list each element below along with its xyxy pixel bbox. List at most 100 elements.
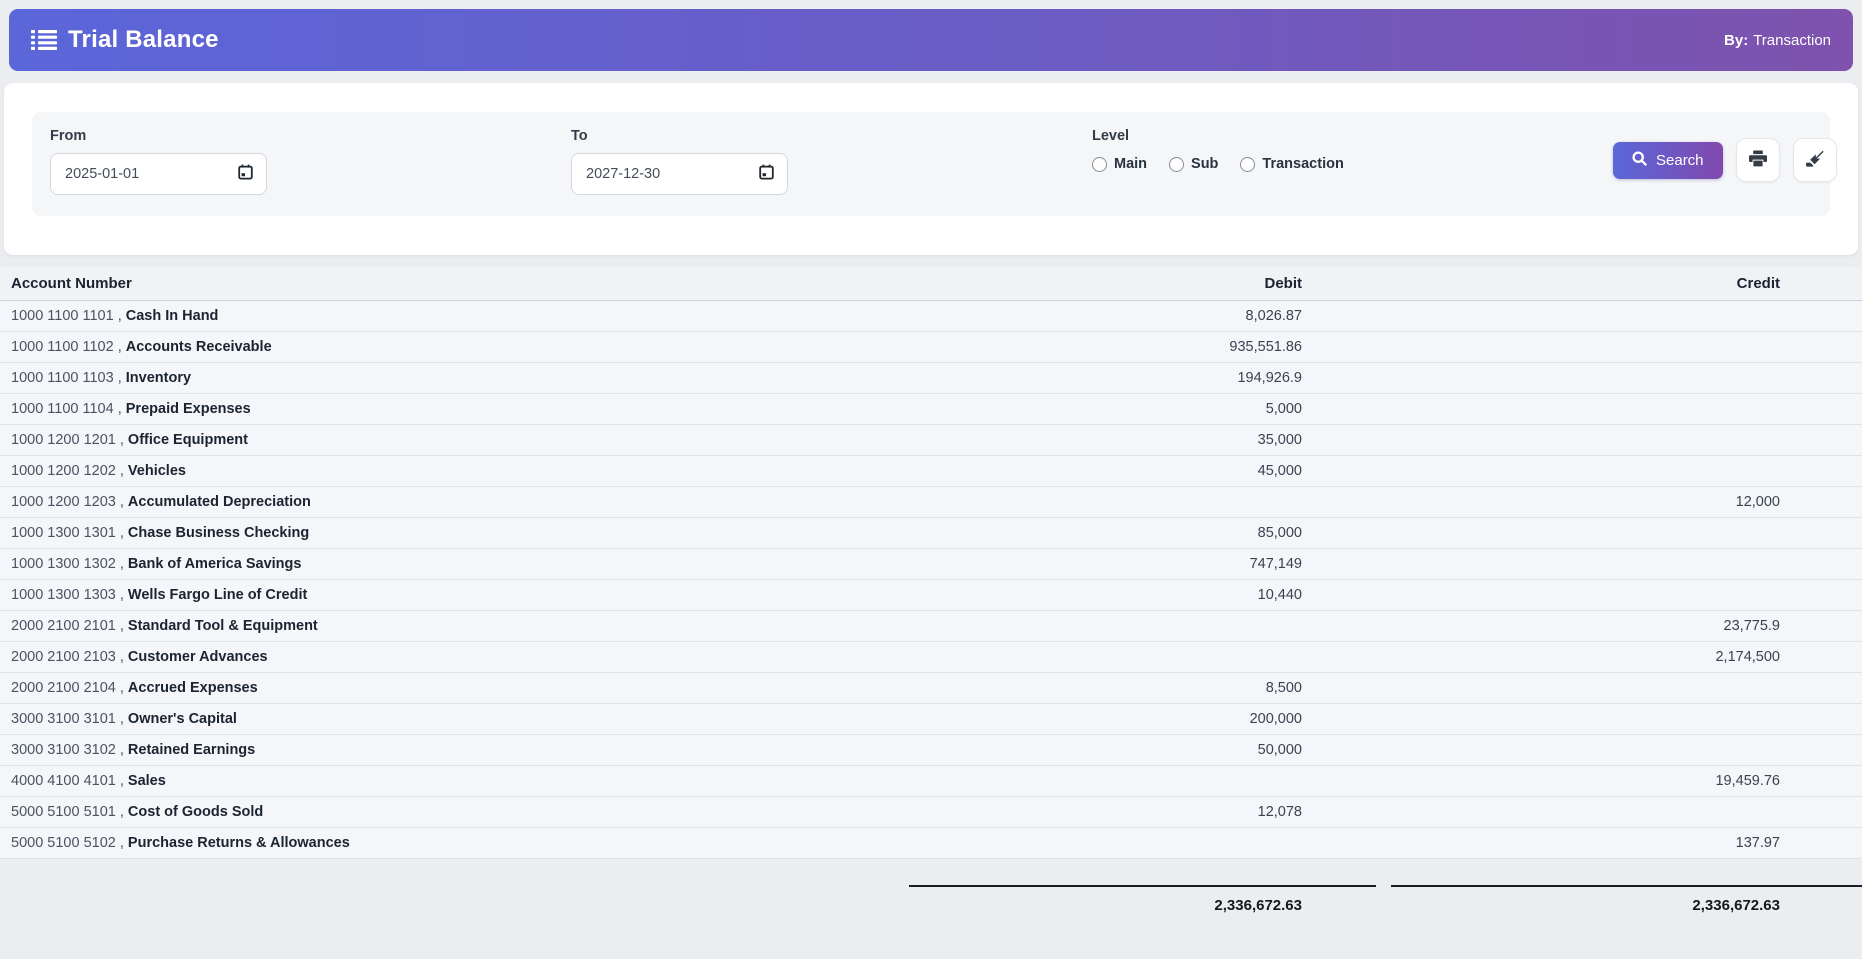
report-by-label: By: <box>1724 32 1748 49</box>
table-row: 2000 2100 2101 , Standard Tool & Equipme… <box>0 610 1862 641</box>
debit-cell <box>909 827 1376 858</box>
credit-cell: 19,459.76 <box>1376 765 1862 796</box>
table-row: 2000 2100 2104 , Accrued Expenses8,500 <box>0 672 1862 703</box>
credit-cell <box>1376 703 1862 734</box>
totals-spacer <box>0 885 909 914</box>
page-header: Trial Balance By:Transaction <box>9 9 1853 71</box>
table-row: 3000 3100 3102 , Retained Earnings50,000 <box>0 734 1862 765</box>
trial-balance-report: Account Number Debit Credit 1000 1100 11… <box>0 267 1862 914</box>
account-cell: 5000 5100 5102 , Purchase Returns & Allo… <box>0 827 909 858</box>
debit-cell: 12,078 <box>909 796 1376 827</box>
filter-actions: Search <box>1613 138 1837 182</box>
debit-cell: 8,026.87 <box>909 300 1376 331</box>
debit-cell <box>909 765 1376 796</box>
filter-panel: From 2025-01-01 To 2027-12-30 <box>32 112 1830 216</box>
total-credit: 2,336,672.63 <box>1391 885 1862 914</box>
debit-cell: 50,000 <box>909 734 1376 765</box>
credit-cell <box>1376 517 1862 548</box>
account-cell: 1000 1200 1203 , Accumulated Depreciatio… <box>0 486 909 517</box>
account-name: Accrued Expenses <box>128 680 258 696</box>
account-name: Retained Earnings <box>128 742 255 758</box>
export-button[interactable] <box>1793 138 1837 182</box>
to-date-input[interactable]: 2027-12-30 <box>571 153 788 195</box>
print-button[interactable] <box>1736 138 1780 182</box>
debit-cell <box>909 486 1376 517</box>
to-label: To <box>571 128 1092 144</box>
account-name: Customer Advances <box>128 649 268 665</box>
table-row: 1000 1300 1302 , Bank of America Savings… <box>0 548 1862 579</box>
search-button[interactable]: Search <box>1613 142 1723 179</box>
calendar-icon[interactable] <box>238 164 253 184</box>
debit-cell: 5,000 <box>909 393 1376 424</box>
radio-circle[interactable] <box>1169 157 1184 172</box>
account-cell: 1000 1100 1101 , Cash In Hand <box>0 300 909 331</box>
table-row: 1000 1300 1301 , Chase Business Checking… <box>0 517 1862 548</box>
level-radio-row: Main Sub Transaction <box>1092 156 1613 172</box>
account-cell: 1000 1100 1104 , Prepaid Expenses <box>0 393 909 424</box>
list-icon <box>31 28 57 52</box>
table-row: 5000 5100 5102 , Purchase Returns & Allo… <box>0 827 1862 858</box>
export-icon <box>1806 150 1824 170</box>
radio-label: Transaction <box>1262 156 1343 172</box>
account-name: Vehicles <box>128 463 186 479</box>
account-cell: 1000 1200 1201 , Office Equipment <box>0 424 909 455</box>
credit-cell <box>1376 796 1862 827</box>
level-group: Level Main Sub Transaction <box>1092 128 1613 172</box>
debit-cell: 194,926.9 <box>909 362 1376 393</box>
account-cell: 3000 3100 3101 , Owner's Capital <box>0 703 909 734</box>
debit-cell: 85,000 <box>909 517 1376 548</box>
account-cell: 1000 1300 1302 , Bank of America Savings <box>0 548 909 579</box>
table-row: 1000 1100 1101 , Cash In Hand8,026.87 <box>0 300 1862 331</box>
level-radio-sub[interactable]: Sub <box>1169 156 1218 172</box>
table-header-row: Account Number Debit Credit <box>0 267 1862 300</box>
radio-circle[interactable] <box>1092 157 1107 172</box>
credit-cell: 23,775.9 <box>1376 610 1862 641</box>
table-row: 1000 1200 1201 , Office Equipment35,000 <box>0 424 1862 455</box>
debit-cell <box>909 610 1376 641</box>
table-row: 1000 1200 1202 , Vehicles45,000 <box>0 455 1862 486</box>
account-name: Bank of America Savings <box>128 556 302 572</box>
level-radio-main[interactable]: Main <box>1092 156 1147 172</box>
credit-cell <box>1376 393 1862 424</box>
credit-cell <box>1376 455 1862 486</box>
credit-cell <box>1376 579 1862 610</box>
credit-cell <box>1376 424 1862 455</box>
account-name: Office Equipment <box>128 432 248 448</box>
account-name: Owner's Capital <box>128 711 237 727</box>
trial-balance-table: Account Number Debit Credit 1000 1100 11… <box>0 267 1862 859</box>
report-by-value: Transaction <box>1753 32 1831 49</box>
account-name: Cash In Hand <box>126 308 219 324</box>
filter-card: From 2025-01-01 To 2027-12-30 <box>4 83 1858 255</box>
table-row: 4000 4100 4101 , Sales19,459.76 <box>0 765 1862 796</box>
account-name: Accumulated Depreciation <box>128 494 311 510</box>
account-cell: 2000 2100 2101 , Standard Tool & Equipme… <box>0 610 909 641</box>
table-row: 1000 1300 1303 , Wells Fargo Line of Cre… <box>0 579 1862 610</box>
level-radio-transaction[interactable]: Transaction <box>1240 156 1343 172</box>
credit-cell <box>1376 734 1862 765</box>
account-name: Sales <box>128 773 166 789</box>
calendar-icon[interactable] <box>759 164 774 184</box>
from-date-input[interactable]: 2025-01-01 <box>50 153 267 195</box>
credit-cell: 12,000 <box>1376 486 1862 517</box>
debit-cell: 935,551.86 <box>909 331 1376 362</box>
column-header-debit: Debit <box>909 267 1376 300</box>
to-date-group: To 2027-12-30 <box>571 128 1092 195</box>
report-by-badge: By: Transaction <box>1724 32 1831 49</box>
account-name: Standard Tool & Equipment <box>128 618 318 634</box>
credit-cell <box>1376 362 1862 393</box>
table-row: 2000 2100 2103 , Customer Advances2,174,… <box>0 641 1862 672</box>
level-label: Level <box>1092 128 1613 144</box>
credit-cell <box>1376 300 1862 331</box>
table-row: 1000 1100 1104 , Prepaid Expenses5,000 <box>0 393 1862 424</box>
table-row: 3000 3100 3101 , Owner's Capital200,000 <box>0 703 1862 734</box>
debit-cell: 45,000 <box>909 455 1376 486</box>
from-label: From <box>50 128 571 144</box>
printer-icon <box>1749 150 1767 170</box>
credit-cell: 2,174,500 <box>1376 641 1862 672</box>
column-header-credit: Credit <box>1376 267 1862 300</box>
account-name: Prepaid Expenses <box>126 401 251 417</box>
radio-circle[interactable] <box>1240 157 1255 172</box>
account-cell: 1000 1100 1103 , Inventory <box>0 362 909 393</box>
credit-cell <box>1376 548 1862 579</box>
account-cell: 1000 1300 1303 , Wells Fargo Line of Cre… <box>0 579 909 610</box>
